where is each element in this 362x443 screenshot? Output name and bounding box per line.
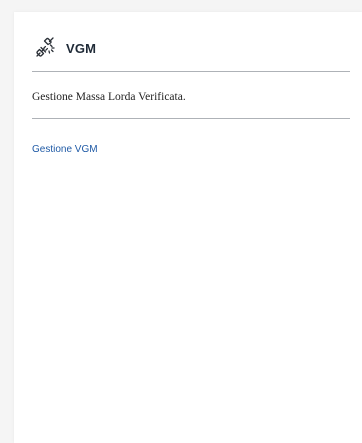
plug-disconnect-icon (32, 35, 58, 61)
card-title: VGM (66, 40, 97, 56)
header-divider (32, 71, 350, 72)
gestione-vgm-link[interactable]: Gestione VGM (32, 144, 98, 155)
card-header: VGM (32, 34, 96, 62)
card-description: Gestione Massa Lorda Verificata. (32, 91, 186, 103)
module-card: VGM Gestione Massa Lorda Verificata. Ges… (14, 12, 362, 443)
description-divider (32, 118, 350, 119)
